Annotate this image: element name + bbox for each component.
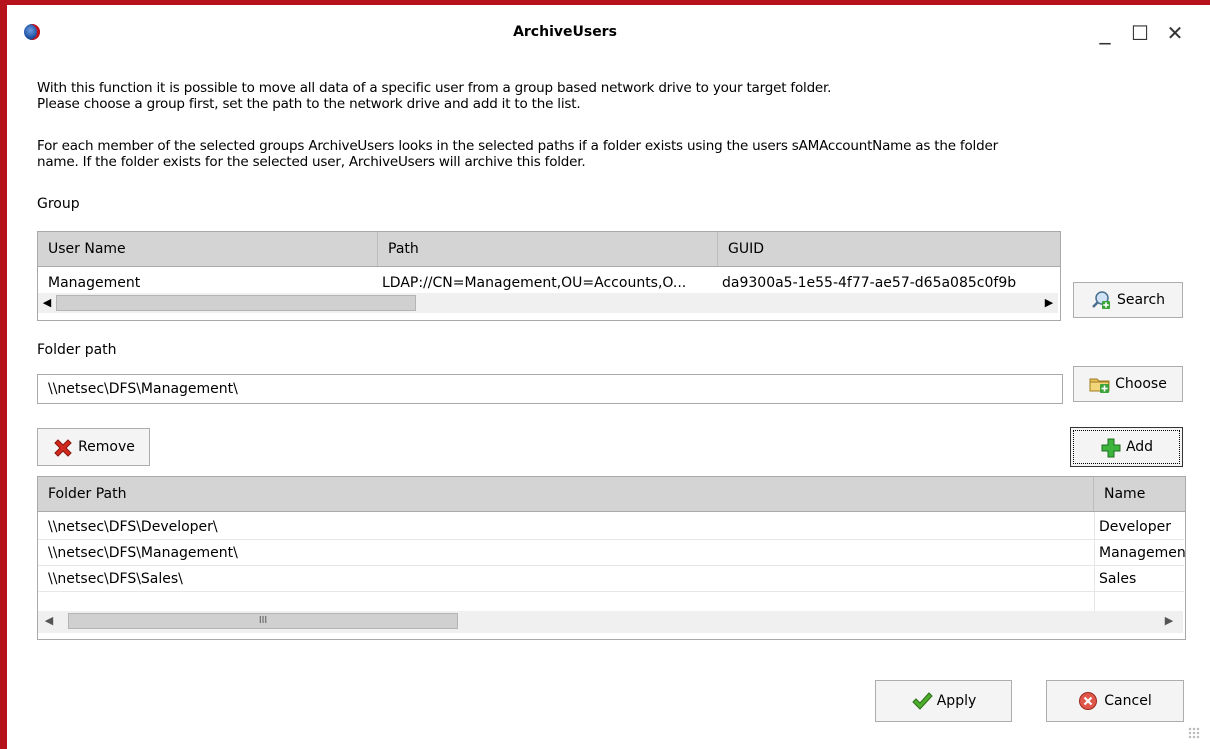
green-plus-icon	[1100, 437, 1121, 458]
scroll-left-arrow-icon[interactable]: ◀	[38, 293, 56, 313]
column-divider	[1094, 512, 1095, 612]
cancel-icon	[1078, 691, 1098, 711]
folder-path-label: Folder path	[37, 342, 117, 358]
close-button[interactable]: ✕	[1160, 18, 1190, 48]
group-cell-guid[interactable]: da9300a5-1e55-4f77-ae57-d65a085c0f9b	[718, 273, 1058, 293]
folder-list-header: Folder Path Name	[38, 477, 1185, 512]
folder-list-hscrollbar[interactable]: ◀ III ▶	[38, 611, 1183, 633]
scroll-thumb[interactable]: III	[68, 613, 458, 629]
remove-button-label: Remove	[78, 439, 135, 455]
checkmark-icon	[911, 691, 933, 711]
folder-row-name[interactable]: Developer	[1095, 517, 1185, 537]
row-divider	[38, 591, 1184, 592]
column-header-folder-path[interactable]: Folder Path	[38, 477, 1094, 511]
scroll-right-arrow-icon[interactable]: ▶	[1040, 293, 1058, 313]
cancel-button[interactable]: Cancel	[1046, 680, 1184, 722]
description-line-3: For each member of the selected groups A…	[37, 138, 998, 154]
choose-button-label: Choose	[1115, 376, 1167, 392]
folder-list-grid[interactable]: Folder Path Name \\netsec\DFS\Developer\…	[37, 476, 1186, 640]
group-grid-hscrollbar[interactable]: ◀ ▶	[38, 293, 1058, 313]
remove-button[interactable]: Remove	[37, 428, 150, 466]
scroll-right-arrow-icon[interactable]: ▶	[1160, 611, 1178, 631]
apply-button-label: Apply	[936, 693, 977, 709]
folder-row-path[interactable]: \\netsec\DFS\Developer\	[44, 517, 1084, 537]
folder-row-name[interactable]: Sales	[1095, 569, 1185, 589]
window-border-left	[0, 0, 7, 749]
folder-row-path[interactable]: \\netsec\DFS\Management\	[44, 543, 1084, 563]
minimize-button[interactable]: _	[1090, 18, 1120, 48]
folder-row-name[interactable]: Management	[1095, 543, 1185, 563]
cancel-button-label: Cancel	[1104, 693, 1152, 709]
column-header-name[interactable]: Name	[1094, 477, 1185, 511]
description-line-1: With this function it is possible to mov…	[37, 80, 832, 96]
archive-users-window: ArchiveUsers _ ☐ ✕ With this function it…	[0, 0, 1210, 749]
scroll-thumb[interactable]	[56, 295, 416, 311]
search-button-label: Search	[1116, 292, 1166, 308]
add-button[interactable]: Add	[1070, 427, 1183, 467]
window-title: ArchiveUsers	[513, 24, 617, 40]
red-x-icon	[52, 437, 72, 457]
description-line-2: Please choose a group first, set the pat…	[37, 96, 581, 112]
search-button[interactable]: Search	[1073, 282, 1183, 318]
maximize-button[interactable]: ☐	[1125, 18, 1155, 48]
choose-button[interactable]: Choose	[1073, 366, 1183, 402]
resize-grip-icon[interactable]	[1188, 727, 1200, 739]
apply-button[interactable]: Apply	[875, 680, 1012, 722]
group-grid-header: User Name Path GUID	[38, 232, 1060, 267]
group-cell-user-name[interactable]: Management	[44, 273, 378, 293]
search-user-icon	[1091, 290, 1111, 310]
group-grid[interactable]: User Name Path GUID Management LDAP://CN…	[37, 231, 1061, 321]
column-header-guid[interactable]: GUID	[718, 232, 1060, 266]
column-header-path[interactable]: Path	[378, 232, 718, 266]
add-button-label: Add	[1125, 439, 1154, 455]
scroll-left-arrow-icon[interactable]: ◀	[40, 611, 58, 631]
row-divider	[38, 539, 1184, 540]
group-cell-path[interactable]: LDAP://CN=Management,OU=Accounts,O...	[378, 273, 718, 293]
description-line-4: name. If the folder exists for the selec…	[37, 154, 586, 170]
folder-path-input[interactable]: \\netsec\DFS\Management\	[37, 374, 1063, 404]
folder-row-path[interactable]: \\netsec\DFS\Sales\	[44, 569, 1084, 589]
window-border-top	[0, 0, 1210, 5]
column-header-user-name[interactable]: User Name	[38, 232, 378, 266]
row-divider	[38, 565, 1184, 566]
group-label: Group	[37, 196, 80, 212]
folder-add-icon	[1089, 374, 1110, 394]
